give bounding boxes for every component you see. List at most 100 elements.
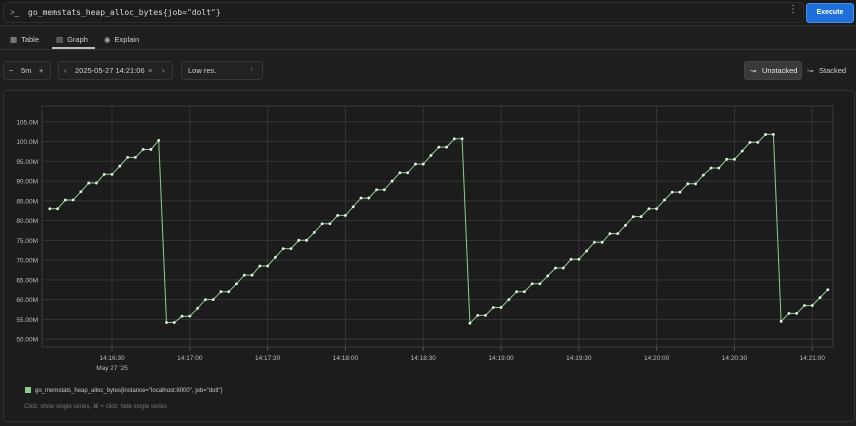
x-tick-label: 14:20:00 (644, 355, 670, 362)
data-point (289, 247, 293, 251)
y-tick-label: 75.00M (16, 238, 38, 245)
y-tick-label: 65.00M (16, 277, 38, 284)
tab-table[interactable]: ▦ Table (10, 33, 39, 47)
legend-hint: Click: show single series, ⌘ + click: hi… (24, 404, 167, 410)
data-point (826, 288, 830, 292)
data-point (756, 140, 760, 144)
table-icon: ▦ (10, 35, 18, 44)
chevron-right-icon[interactable]: › (162, 62, 165, 79)
data-point (126, 155, 129, 159)
data-point (631, 215, 635, 219)
expression-text[interactable]: go_memstats_heap_alloc_bytes{job="dolt"} (28, 8, 221, 17)
minus-icon[interactable]: − (9, 62, 13, 79)
x-tick-label: 14:16:30 (99, 355, 125, 362)
data-point (157, 138, 161, 142)
data-point (639, 215, 643, 219)
data-point (608, 232, 612, 236)
time-series-chart[interactable]: 50.00M 55.00M 60.00M 65.00M 70.00M 75.00M 80.0… (4, 91, 854, 421)
data-point (554, 266, 557, 270)
data-point (48, 207, 52, 211)
stacked-icon: ↝ (807, 66, 814, 75)
data-point (733, 157, 736, 161)
data-point (507, 298, 511, 301)
data-point (359, 196, 363, 200)
resolution-value: Low res. (188, 66, 217, 75)
data-point (141, 148, 145, 151)
data-point (740, 149, 744, 153)
x-tick-label: 14:21:00 (800, 355, 826, 362)
data-point (460, 137, 464, 141)
tab-graph[interactable]: ▤ Graph (56, 33, 88, 47)
data-point (203, 298, 207, 301)
plot-area (41, 105, 834, 348)
end-time-value[interactable]: 2025-05-27 14:21:06 (75, 62, 145, 79)
data-point (764, 133, 767, 136)
unstacked-button[interactable]: ↝ Unstacked (744, 61, 802, 80)
data-point (398, 171, 402, 175)
data-point (445, 145, 448, 149)
data-point (211, 298, 215, 301)
data-point (476, 313, 480, 317)
y-tick-label: 55.00M (16, 317, 38, 324)
data-point (803, 304, 806, 307)
y-tick-label: 60.00M (16, 297, 38, 304)
data-point (499, 306, 503, 309)
query-bar: >_ go_memstats_heap_alloc_bytes{job="dol… (0, 0, 856, 26)
data-point (421, 162, 425, 166)
stacked-button[interactable]: ↝ Stacked (803, 61, 853, 80)
data-point (149, 148, 153, 151)
data-point (165, 321, 168, 324)
data-point (95, 181, 98, 185)
plus-icon[interactable]: + (39, 62, 43, 79)
data-point (344, 214, 347, 217)
data-point (678, 190, 682, 194)
data-point (515, 290, 518, 294)
data-point (771, 133, 775, 136)
data-point (102, 172, 106, 176)
data-point (709, 166, 713, 170)
tab-table-label: Table (21, 35, 40, 44)
data-point (694, 182, 697, 186)
y-tick-label: 105.0M (16, 119, 38, 126)
data-point (452, 137, 456, 141)
data-point (538, 282, 542, 286)
data-point (647, 207, 651, 211)
graph-controls: − 5m + ‹ 2025-05-27 14:21:06 × › Low res… (0, 61, 856, 80)
clear-icon[interactable]: × (148, 62, 152, 79)
range-control: − 5m + (3, 61, 51, 80)
data-point (522, 290, 526, 294)
x-date-label: May 27 '25 (96, 365, 128, 372)
data-point (484, 313, 487, 317)
legend-item[interactable]: go_memstats_heap_alloc_bytes{instance="l… (25, 387, 223, 394)
data-point (593, 240, 596, 244)
data-point (87, 181, 91, 185)
data-point (546, 274, 550, 278)
data-point (577, 257, 581, 261)
chevron-left-icon[interactable]: ‹ (64, 62, 67, 79)
expression-input[interactable]: >_ go_memstats_heap_alloc_bytes{job="dol… (3, 2, 804, 23)
range-value[interactable]: 5m (21, 62, 31, 79)
y-tick-label: 95.00M (16, 159, 38, 166)
x-tick-label: 14:19:30 (566, 355, 592, 362)
x-tick-label: 14:18:00 (333, 355, 359, 362)
x-tick-label: 14:17:30 (255, 355, 281, 362)
y-tick-label: 50.00M (16, 337, 38, 344)
tab-explain[interactable]: ◉ Explain (104, 33, 139, 47)
data-point (725, 157, 729, 161)
explain-icon: ◉ (104, 35, 111, 44)
kebab-menu-icon[interactable]: ⋮ (788, 5, 798, 15)
x-tick-label: 14:20:30 (722, 355, 748, 362)
unstacked-icon: ↝ (750, 66, 757, 75)
data-point (79, 190, 83, 194)
view-tabs: ▦ Table ▤ Graph ◉ Explain (0, 31, 856, 50)
data-point (390, 179, 394, 183)
execute-button[interactable]: Execute (806, 3, 854, 23)
y-tick-label: 100.0M (16, 139, 38, 146)
data-point (787, 312, 791, 315)
data-point (328, 222, 332, 226)
data-point (375, 188, 378, 192)
data-point (336, 214, 340, 217)
data-point (367, 196, 371, 200)
data-point (748, 140, 752, 144)
resolution-select[interactable]: Low res. ↕ (181, 61, 263, 80)
